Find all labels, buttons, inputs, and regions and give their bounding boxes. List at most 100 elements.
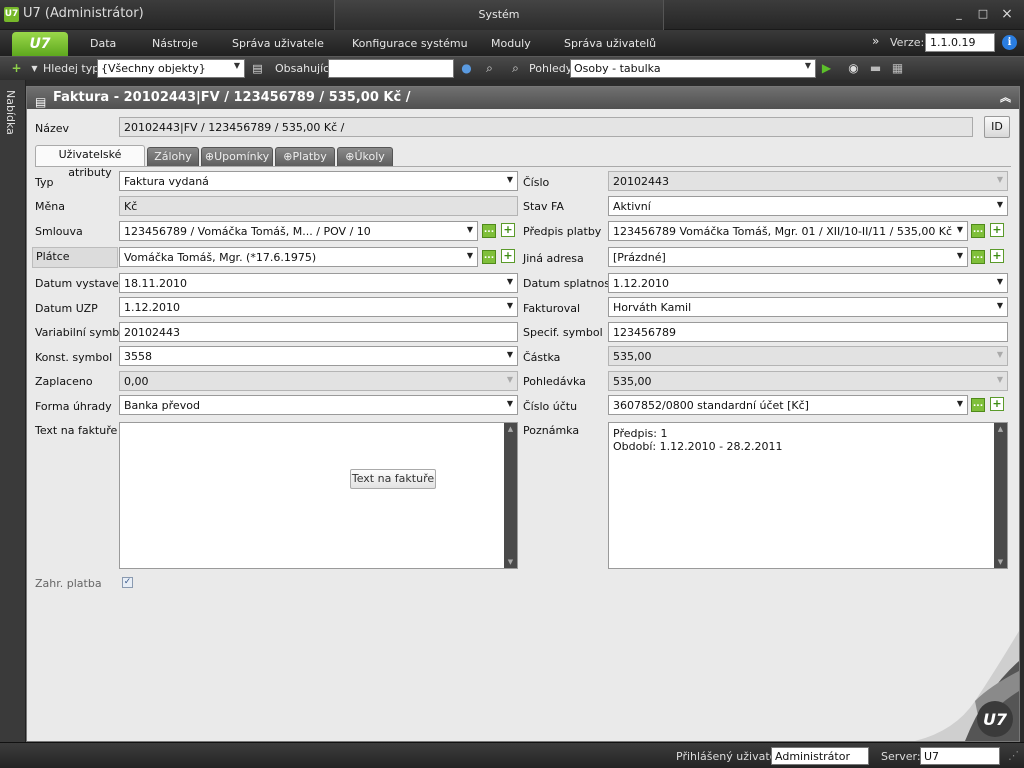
menu-item-konfigurace[interactable]: Konfigurace systému (352, 37, 468, 50)
specif-symbol-label: Specif. symbol (523, 326, 603, 339)
smlouva-select[interactable]: 123456789 / Vomáčka Tomáš, M... / POV / … (119, 221, 478, 241)
smlouva-value: 123456789 / Vomáčka Tomáš, M... / POV / … (124, 225, 371, 238)
menu-item-nastroje[interactable]: Nástroje (152, 37, 198, 50)
list-icon[interactable]: ▤ (249, 60, 266, 77)
scrollbar[interactable]: ▲ ▼ (504, 423, 517, 568)
predpis-browse-button[interactable]: ... (971, 224, 985, 238)
stav-fa-select[interactable]: Aktivní ▼ (608, 196, 1008, 216)
print-icon[interactable]: ▬ (867, 60, 884, 77)
search-type-select[interactable]: {Všechny objekty} ▼ (97, 59, 245, 78)
logged-user-label: Přihlášený uživatel: (676, 750, 784, 763)
chevron-down-icon: ▼ (506, 301, 513, 310)
chevron-down-icon: ▼ (466, 251, 473, 260)
chevron-down-icon: ▼ (956, 251, 963, 260)
predpis-platby-value: 123456789 Vomáčka Tomáš, Mgr. 01 / XII/1… (613, 225, 953, 238)
link-icon: ⊕ (204, 150, 215, 163)
tab-platby[interactable]: ⊕Platby (275, 147, 335, 166)
predpis-add-icon[interactable]: + (990, 223, 1004, 237)
stav-fa-value: Aktivní (613, 200, 651, 213)
tab-zalohy[interactable]: Zálohy (147, 147, 199, 166)
side-panel[interactable]: Nabídka (0, 80, 26, 742)
cislo-uctu-value: 3607852/0800 standardní účet [Kč] (613, 399, 809, 412)
views-search-icon[interactable]: ⌕ (507, 60, 524, 77)
poznamka-line-1: Předpis: 1 (613, 427, 668, 440)
typ-value: Faktura vydaná (124, 175, 209, 188)
collapse-icon[interactable]: ︽ (1000, 87, 1011, 109)
scroll-up-icon[interactable]: ▲ (504, 423, 517, 435)
fakturoval-select[interactable]: Horváth Kamil ▼ (608, 297, 1008, 317)
minimize-button[interactable]: _ (951, 7, 967, 21)
fakturoval-value: Horváth Kamil (613, 301, 692, 314)
specif-symbol-input[interactable]: 123456789 (608, 322, 1008, 342)
castka-field: 535,00 ▼ (608, 346, 1008, 366)
tab-ukoly[interactable]: ⊕Úkoly (337, 147, 393, 166)
konst-symbol-select[interactable]: 3558 ▼ (119, 346, 518, 366)
smlouva-add-icon[interactable]: + (501, 223, 515, 237)
chevron-down-icon: ▼ (506, 350, 513, 359)
views-select[interactable]: Osoby - tabulka ▼ (570, 59, 816, 78)
cislo-uctu-add-icon[interactable]: + (990, 397, 1004, 411)
menu-item-sprava-uzivatele[interactable]: Správa uživatele (232, 37, 324, 50)
name-field: 20102443|FV / 123456789 / 535,00 Kč / (119, 117, 973, 137)
print-preview-icon[interactable]: ▦ (889, 60, 906, 77)
tab-upominky[interactable]: ⊕Upomínky (201, 147, 273, 166)
platce-add-icon[interactable]: + (501, 249, 515, 263)
zahr-platba-checkbox[interactable]: ✓ (122, 577, 133, 588)
tab-user-attributes[interactable]: Uživatelské atributy (35, 145, 145, 179)
cislo-uctu-select[interactable]: 3607852/0800 standardní účet [Kč] ▼ (608, 395, 968, 415)
forma-uhrady-select[interactable]: Banka převod ▼ (119, 395, 518, 415)
scroll-down-icon[interactable]: ▼ (994, 556, 1007, 568)
chevron-down-icon[interactable]: ▼ (26, 60, 43, 77)
mena-label: Měna (35, 200, 65, 213)
poznamka-textarea[interactable]: Předpis: 1 Období: 1.12.2010 - 28.2.2011… (608, 422, 1008, 569)
database-icon[interactable]: ● (458, 60, 475, 77)
eye-icon[interactable]: ◉ (845, 60, 862, 77)
u7-menu-logo[interactable]: U7 (12, 32, 68, 56)
chevron-down-icon: ▼ (466, 225, 473, 234)
info-icon[interactable]: i (1002, 35, 1017, 50)
menu-item-moduly[interactable]: Moduly (491, 37, 531, 50)
platce-browse-button[interactable]: ... (482, 250, 496, 264)
server-field: U7 (920, 747, 1000, 765)
menu-item-data[interactable]: Data (90, 37, 116, 50)
id-button[interactable]: ID (984, 116, 1010, 138)
cislo-field: 20102443 ▼ (608, 171, 1008, 191)
scroll-down-icon[interactable]: ▼ (504, 556, 517, 568)
jina-adresa-select[interactable]: [Prázdné] ▼ (608, 247, 968, 267)
jina-adresa-browse-button[interactable]: ... (971, 250, 985, 264)
u7-page-curl-logo: U7 (915, 631, 1019, 741)
play-icon[interactable]: ▶ (818, 60, 835, 77)
datum-uzp-select[interactable]: 1.12.2010 ▼ (119, 297, 518, 317)
smlouva-browse-button[interactable]: ... (482, 224, 496, 238)
close-button[interactable]: × (999, 7, 1015, 21)
contains-input[interactable] (328, 59, 454, 78)
cislo-uctu-browse-button[interactable]: ... (971, 398, 985, 412)
text-na-fakture-textarea[interactable]: Text na faktuře ▲ ▼ (119, 422, 518, 569)
variabilni-symbol-input[interactable]: 20102443 (119, 322, 518, 342)
chevron-down-icon[interactable]: » (872, 34, 879, 48)
pohledavka-value: 535,00 (613, 375, 652, 388)
scroll-up-icon[interactable]: ▲ (994, 423, 1007, 435)
menu-item-sprava-uzivatelu[interactable]: Správa uživatelů (564, 37, 656, 50)
zaplaceno-label: Zaplaceno (35, 375, 93, 388)
datum-vystaveni-select[interactable]: 18.11.2010 ▼ (119, 273, 518, 293)
version-label: Verze: (890, 36, 925, 49)
predpis-platby-select[interactable]: 123456789 Vomáčka Tomáš, Mgr. 01 / XII/1… (608, 221, 968, 241)
new-object-icon[interactable]: + (8, 60, 25, 77)
predpis-platby-label: Předpis platby (523, 225, 602, 238)
chevron-down-icon: ▼ (506, 399, 513, 408)
tab-upominky-label: Upomínky (214, 150, 270, 163)
text-na-fakture-button[interactable]: Text na faktuře (350, 469, 436, 489)
maximize-button[interactable]: □ (975, 7, 991, 21)
tab-platby-label: Platby (292, 150, 327, 163)
typ-select[interactable]: Faktura vydaná ▼ (119, 171, 518, 191)
datum-splatnosti-select[interactable]: 1.12.2010 ▼ (608, 273, 1008, 293)
side-panel-label: Nabídka (4, 90, 17, 135)
pohledavka-label: Pohledávka (523, 375, 586, 388)
resize-grip-icon[interactable]: ⋰ (1008, 749, 1019, 762)
search-icon[interactable]: ⌕ (481, 60, 498, 77)
version-field: 1.1.0.19 (925, 33, 995, 52)
scrollbar[interactable]: ▲ ▼ (994, 423, 1007, 568)
platce-select[interactable]: Vomáčka Tomáš, Mgr. (*17.6.1975) ▼ (119, 247, 478, 267)
jina-adresa-add-icon[interactable]: + (990, 249, 1004, 263)
